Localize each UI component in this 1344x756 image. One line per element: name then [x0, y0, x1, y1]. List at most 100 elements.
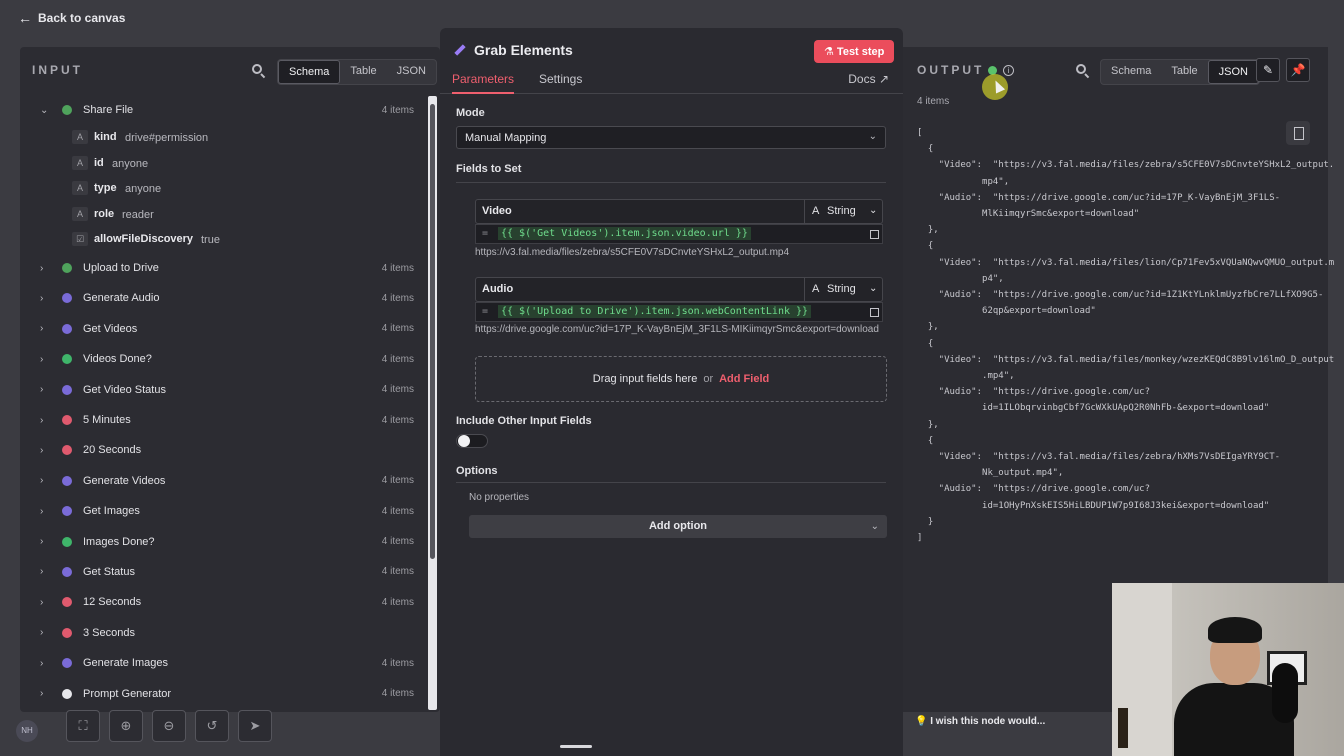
json-line: }, [917, 322, 939, 333]
field-video-expression[interactable]: = {{ $('Get Videos').item.json.video.url… [475, 224, 883, 244]
expand-icon[interactable] [870, 308, 879, 317]
json-line: } [917, 516, 934, 527]
tree-node-label: Prompt Generator [83, 687, 172, 700]
json-line: "Video": "https://v3.fal.media/files/mon… [917, 354, 1335, 365]
tree-node-label: Get Videos [83, 322, 138, 335]
node-title-bar[interactable]: Grab Elements [452, 42, 573, 58]
chevron-right-icon[interactable]: › [40, 384, 50, 395]
tree-node-count: 4 items [381, 505, 414, 517]
add-field-button[interactable]: Add Field [719, 373, 769, 385]
expand-icon[interactable] [870, 230, 879, 239]
output-tab-schema[interactable]: Schema [1101, 60, 1161, 84]
search-icon[interactable] [1076, 64, 1090, 79]
tree-node[interactable]: › Images Done? 4 items [20, 526, 430, 556]
tree-field[interactable]: Akind drive#permission [20, 125, 430, 151]
field-video-name[interactable]: Video [482, 205, 512, 217]
tab-parameters[interactable]: Parameters [452, 72, 515, 94]
chevron-right-icon[interactable]: › [40, 354, 50, 365]
json-line: { [917, 241, 934, 252]
tree-node[interactable]: › Get Images 4 items [20, 496, 430, 526]
add-option-button[interactable]: Add option ⌄ [469, 515, 887, 538]
input-scrollbar-thumb[interactable] [430, 104, 435, 559]
string-type-icon: A [812, 283, 820, 295]
undo-icon[interactable]: ↺ [195, 710, 229, 742]
chevron-right-icon[interactable]: › [40, 566, 50, 577]
tree-node[interactable]: › Get Status 4 items [20, 557, 430, 587]
tree-node-count: 4 items [381, 262, 414, 274]
node-type-icon [62, 415, 72, 426]
node-type-icon [62, 445, 72, 456]
field-video-type-select[interactable]: A String ⌄ [804, 200, 882, 223]
node-type-icon [62, 658, 72, 669]
tree-node[interactable]: › Get Video Status 4 items [20, 374, 430, 404]
tree-field[interactable]: ☑ allowFileDiscovery true [20, 227, 430, 253]
output-tab-json[interactable]: JSON [1207, 60, 1259, 84]
chevron-right-icon[interactable]: › [40, 323, 50, 334]
pointer-icon[interactable]: ➤ [238, 710, 272, 742]
chevron-right-icon[interactable]: › [40, 506, 50, 517]
field-audio-expression-code: {{ $('Upload to Drive').item.json.webCon… [498, 305, 812, 318]
tree-field[interactable]: Atype anyone [20, 176, 430, 202]
chevron-right-icon[interactable]: › [40, 475, 50, 486]
field-audio-name[interactable]: Audio [482, 283, 513, 295]
edit-output-button[interactable]: ✎ [1256, 58, 1280, 82]
pencil-icon: ✎ [1262, 63, 1274, 77]
tab-settings[interactable]: Settings [539, 72, 582, 92]
search-icon[interactable] [252, 64, 266, 79]
back-to-canvas-link[interactable]: ← Back to canvas [18, 10, 125, 26]
chevron-right-icon[interactable]: › [40, 263, 50, 274]
output-tab-table[interactable]: Table [1161, 60, 1207, 84]
input-tab-schema[interactable]: Schema [278, 60, 341, 84]
toggle-knob [458, 435, 470, 447]
tree-node[interactable]: › Get Videos 4 items [20, 314, 430, 344]
tree-node[interactable]: › Videos Done? 4 items [20, 344, 430, 374]
chevron-right-icon[interactable]: › [40, 627, 50, 638]
json-line: [ [917, 128, 923, 138]
chevron-right-icon[interactable]: › [40, 293, 50, 304]
tree-node[interactable]: ⌄ Share File 4 items [20, 95, 430, 125]
chevron-right-icon[interactable]: › [40, 445, 50, 456]
field-audio-type-select[interactable]: A String ⌄ [804, 278, 882, 301]
drop-input-fields-zone[interactable]: Drag input fields here or Add Field [475, 356, 887, 402]
info-icon[interactable]: i [1003, 65, 1014, 76]
json-line: "Audio": "https://drive.google.com/uc?id… [917, 290, 1324, 301]
input-tab-table[interactable]: Table [340, 60, 386, 84]
add-option-label: Add option [648, 520, 708, 532]
tree-node[interactable]: › Upload to Drive 4 items [20, 253, 430, 283]
zoom-in-icon[interactable]: ⊕ [109, 710, 143, 742]
chevron-right-icon[interactable]: › [40, 415, 50, 426]
chevron-right-icon[interactable]: › [40, 536, 50, 547]
tree-node[interactable]: › 20 Seconds [20, 435, 430, 465]
fit-view-icon[interactable]: ⛶ [66, 710, 100, 742]
tree-node[interactable]: › 12 Seconds 4 items [20, 587, 430, 617]
tree-node-label: Generate Images [83, 657, 168, 670]
tree-node[interactable]: › Generate Images 4 items [20, 648, 430, 678]
chevron-right-icon[interactable]: › [40, 658, 50, 669]
docs-link[interactable]: Docs ↗ [848, 72, 889, 86]
pin-data-button[interactable]: 📌 [1286, 58, 1310, 82]
input-tree: ⌄ Share File 4 items Akind drive#permission A… [20, 95, 430, 709]
field-audio-expression[interactable]: = {{ $('Upload to Drive').item.json.webC… [475, 302, 883, 322]
tree-node[interactable]: › Prompt Generator 4 items [20, 678, 430, 708]
tree-node[interactable]: › Generate Videos 4 items [20, 466, 430, 496]
tree-node[interactable]: › Generate Audio 4 items [20, 283, 430, 313]
docs-label: Docs [848, 72, 876, 86]
include-other-fields-toggle[interactable] [456, 434, 488, 448]
tree-field[interactable]: Arole reader [20, 202, 430, 228]
tree-node[interactable]: › 5 Minutes 4 items [20, 405, 430, 435]
output-items-count: 4 items [917, 96, 950, 107]
avatar[interactable]: NH [16, 720, 38, 742]
tree-node-count: 4 items [381, 475, 414, 487]
chevron-right-icon[interactable]: › [40, 597, 50, 608]
node-type-icon [62, 566, 72, 577]
tree-field[interactable]: Aid anyone [20, 151, 430, 177]
zoom-out-icon[interactable]: ⊖ [152, 710, 186, 742]
chevron-down-icon[interactable]: ⌄ [40, 105, 50, 116]
panel-resize-handle[interactable] [560, 745, 592, 748]
tree-node[interactable]: › 3 Seconds [20, 618, 430, 648]
input-tab-json[interactable]: JSON [387, 60, 436, 84]
chevron-right-icon[interactable]: › [40, 688, 50, 699]
test-step-button[interactable]: ⚗ Test step [814, 40, 895, 63]
feedback-link[interactable]: 💡 I wish this node would... [915, 716, 1045, 727]
mode-select[interactable]: Manual Mapping ⌄ [456, 126, 886, 149]
